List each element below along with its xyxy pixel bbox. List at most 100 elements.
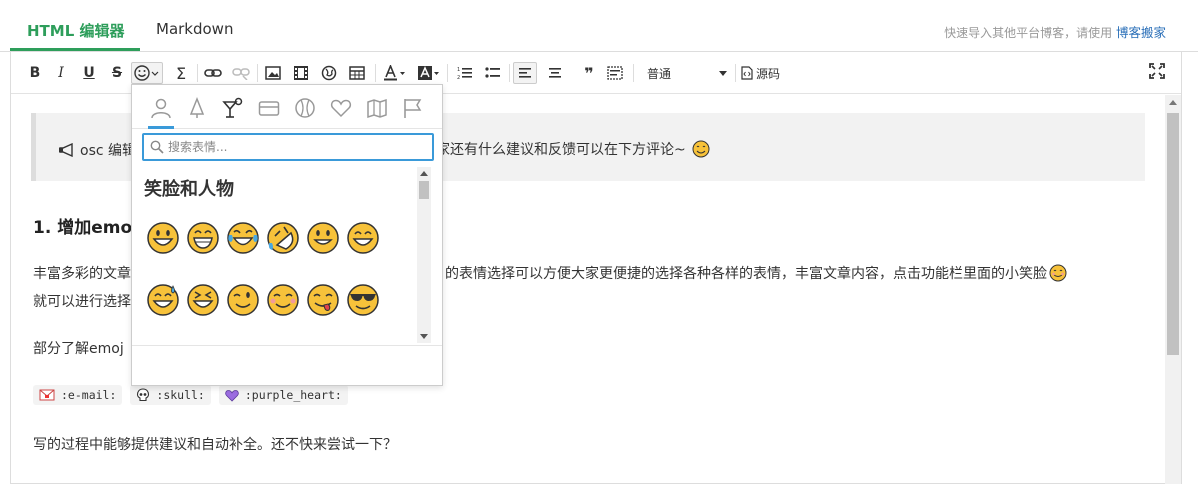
active-tab-indicator bbox=[10, 48, 140, 51]
emoji-search-box[interactable] bbox=[142, 133, 434, 161]
heading-select-value: 普通 bbox=[647, 66, 672, 81]
font-color-icon bbox=[384, 65, 405, 81]
paragraph-1-line2: 就可以进行选择 bbox=[33, 294, 131, 310]
scroll-down-arrow[interactable] bbox=[420, 334, 428, 339]
bell-icon bbox=[189, 97, 205, 118]
grinning-face-icon[interactable] bbox=[146, 221, 180, 255]
fullscreen-button[interactable] bbox=[1149, 63, 1167, 81]
unordered-list-button[interactable] bbox=[483, 62, 503, 84]
emoji-button[interactable] bbox=[131, 62, 163, 84]
editor-scrollbar[interactable] bbox=[1165, 95, 1181, 484]
emoji-code-examples: :e-mail: :skull: :purple_heart: bbox=[33, 385, 348, 405]
scrollbar-thumb[interactable] bbox=[419, 181, 429, 199]
yum-face-icon[interactable] bbox=[306, 283, 340, 317]
blog-move-link[interactable]: 博客搬家 bbox=[1116, 25, 1166, 40]
search-icon bbox=[150, 140, 164, 154]
email-icon bbox=[39, 389, 55, 401]
code-block-icon bbox=[607, 66, 623, 80]
source-code-label: 源码 bbox=[756, 66, 781, 81]
italic-button[interactable]: I bbox=[51, 62, 71, 84]
blockquote-button[interactable]: ❞ bbox=[579, 62, 599, 84]
heading-select[interactable]: 普通 bbox=[645, 62, 731, 84]
notice-text-start: osc 编辑 bbox=[58, 140, 136, 160]
background-color-icon bbox=[418, 66, 439, 80]
emoji-search-input[interactable] bbox=[168, 138, 428, 156]
category-flags[interactable] bbox=[402, 97, 424, 119]
paragraph-1-right: 的表情选择可以方便大家更便捷的选择各种各样的表情，丰富文章内容，点击功能栏里面的… bbox=[445, 263, 1067, 283]
formula-button[interactable]: Σ bbox=[171, 62, 191, 84]
smiley-icon bbox=[134, 65, 159, 81]
bullet-list-icon bbox=[485, 67, 500, 78]
paragraph-1-right-text: 的表情选择可以方便大家更便捷的选择各种各样的表情，丰富文章内容，点击功能栏里面的… bbox=[445, 266, 1047, 282]
tab-html-editor[interactable]: HTML 编辑器 bbox=[27, 20, 125, 41]
image-button[interactable] bbox=[263, 62, 283, 84]
card-icon bbox=[258, 101, 280, 116]
toolbar-separator bbox=[257, 64, 258, 82]
sweat-smile-icon[interactable] bbox=[146, 283, 180, 317]
emoji-chip-email: :e-mail: bbox=[33, 385, 123, 405]
category-sports[interactable] bbox=[294, 97, 316, 119]
purple-heart-icon bbox=[225, 389, 239, 402]
scroll-up-arrow[interactable] bbox=[420, 171, 428, 176]
emoji-grid-scrollbar[interactable] bbox=[417, 167, 431, 343]
tab-markdown[interactable]: Markdown bbox=[156, 20, 233, 38]
align-left-icon bbox=[519, 68, 531, 78]
emoji-chip-purple-heart: :purple_heart: bbox=[218, 385, 348, 405]
notice-suffix: 家还有什么建议和反馈可以在下方评论~ bbox=[436, 142, 686, 158]
embed-web-button[interactable] bbox=[319, 62, 339, 84]
squinting-face-icon[interactable] bbox=[186, 283, 220, 317]
beaming-face-icon[interactable] bbox=[186, 221, 220, 255]
category-symbols[interactable] bbox=[330, 97, 352, 119]
bold-button[interactable]: B bbox=[25, 62, 45, 84]
popup-footer-divider bbox=[132, 345, 442, 346]
grinning-squint-icon[interactable] bbox=[346, 221, 380, 255]
font-color-button[interactable] bbox=[383, 62, 407, 84]
tears-of-joy-icon[interactable] bbox=[226, 221, 260, 255]
category-activity[interactable] bbox=[258, 97, 280, 119]
smiling-face-open-mouth-icon[interactable] bbox=[306, 221, 340, 255]
category-food[interactable] bbox=[222, 97, 244, 119]
flag-icon bbox=[404, 99, 422, 118]
skull-icon bbox=[137, 388, 150, 402]
table-button[interactable] bbox=[347, 62, 367, 84]
underline-button[interactable]: U bbox=[79, 62, 99, 84]
section-heading: 1. 增加emo bbox=[33, 218, 133, 238]
winking-face-icon[interactable] bbox=[226, 283, 260, 317]
source-file-icon bbox=[741, 66, 753, 80]
emoji-chip-skull: :skull: bbox=[130, 385, 211, 405]
align-center-button[interactable] bbox=[545, 62, 565, 84]
globe-icon bbox=[321, 65, 337, 81]
background-color-button[interactable] bbox=[417, 62, 441, 84]
ball-icon bbox=[295, 98, 315, 118]
scrollbar-thumb[interactable] bbox=[1167, 113, 1179, 355]
video-button[interactable] bbox=[291, 62, 311, 84]
fullscreen-icon bbox=[1149, 63, 1165, 79]
category-people[interactable] bbox=[150, 97, 172, 119]
import-hint: 快速导入其他平台博客，请使用 博客搬家 bbox=[944, 22, 1166, 41]
category-nature[interactable] bbox=[186, 97, 208, 119]
sunglasses-face-icon[interactable] bbox=[346, 283, 380, 317]
image-icon bbox=[265, 66, 281, 80]
scroll-up-arrow[interactable] bbox=[1169, 100, 1177, 105]
active-category-indicator bbox=[148, 126, 174, 129]
align-left-button[interactable] bbox=[513, 62, 537, 84]
strikethrough-button[interactable]: S bbox=[107, 62, 127, 84]
toolbar-separator bbox=[633, 64, 634, 82]
source-code-button[interactable]: 源码 bbox=[741, 62, 780, 84]
link-icon bbox=[204, 69, 222, 77]
unlink-button[interactable] bbox=[231, 62, 251, 84]
rolling-laughing-icon[interactable] bbox=[266, 221, 300, 255]
code-block-button[interactable] bbox=[605, 62, 625, 84]
cocktail-icon bbox=[222, 97, 243, 118]
emoji-chip-purple-heart-code: :purple_heart: bbox=[244, 388, 342, 402]
emoji-category-tabs bbox=[132, 85, 442, 129]
category-travel[interactable] bbox=[366, 97, 388, 119]
svg-text:1: 1 bbox=[457, 67, 460, 73]
link-button[interactable] bbox=[203, 62, 223, 84]
paragraph-2: 部分了解emoj bbox=[33, 341, 124, 357]
paragraph-1-left: 丰富多彩的文章 bbox=[33, 266, 131, 282]
table-icon bbox=[349, 66, 365, 80]
blush-face-icon[interactable] bbox=[266, 283, 300, 317]
ordered-list-button[interactable]: 12 bbox=[455, 62, 475, 84]
megaphone-icon bbox=[59, 143, 73, 157]
